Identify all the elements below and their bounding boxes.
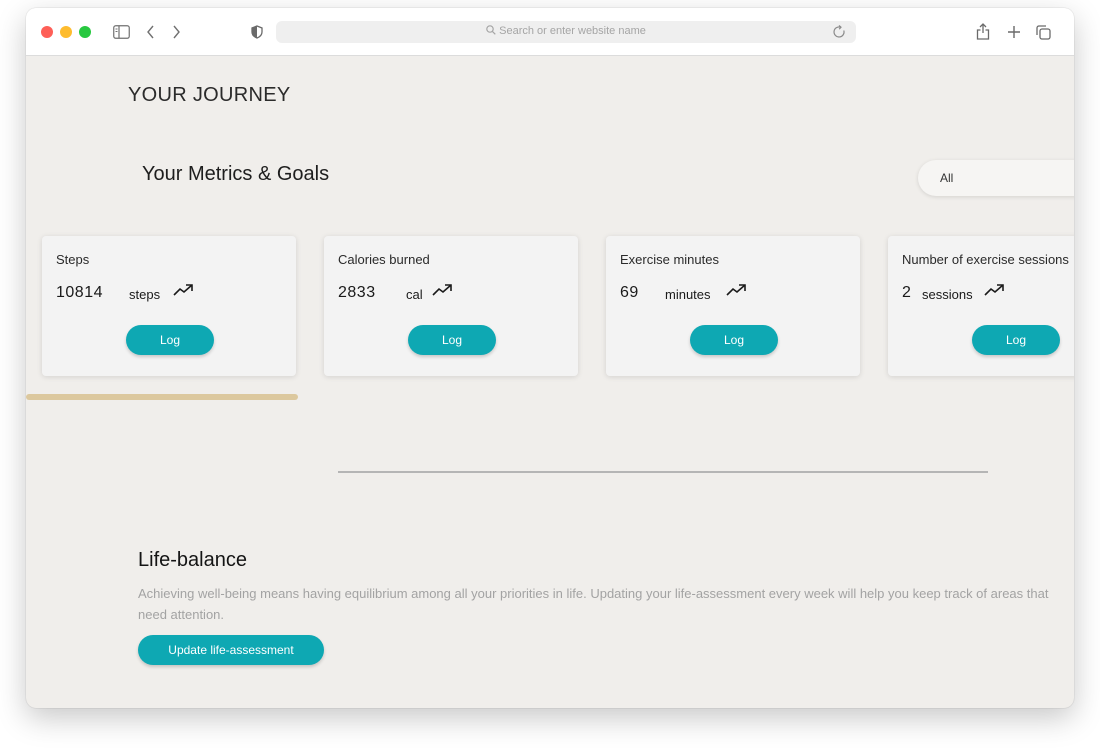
close-window-button[interactable]: [41, 26, 53, 38]
minimize-window-button[interactable]: [60, 26, 72, 38]
metric-card-calories: Calories burned 2833 cal Log: [324, 236, 578, 376]
back-icon[interactable]: [146, 25, 155, 39]
zoom-window-button[interactable]: [79, 26, 91, 38]
metric-title: Steps: [56, 252, 90, 267]
reload-icon[interactable]: [833, 25, 846, 39]
metric-card-exercise-sessions: Number of exercise sessions 2 sessions L…: [888, 236, 1074, 376]
page-title: YOUR JOURNEY: [128, 84, 291, 106]
metric-unit: minutes: [665, 287, 711, 302]
life-balance-title: Life-balance: [138, 549, 247, 571]
metric-card-exercise-minutes: Exercise minutes 69 minutes Log: [606, 236, 860, 376]
page-content: YOUR JOURNEY Your Metrics & Goals All St…: [26, 56, 1074, 708]
metric-unit: sessions: [922, 287, 973, 302]
new-tab-icon[interactable]: [1007, 25, 1021, 39]
shield-icon[interactable]: [251, 25, 263, 39]
browser-window: Search or enter website name YOUR JOURNE…: [26, 8, 1074, 708]
metric-value: 10814: [56, 284, 103, 301]
log-exercise-minutes-button[interactable]: Log: [690, 325, 778, 355]
trend-up-icon: [432, 284, 452, 296]
forward-icon[interactable]: [172, 25, 181, 39]
metrics-filter-select[interactable]: All: [918, 160, 1074, 196]
filter-selected-value: All: [940, 171, 954, 185]
metric-unit: steps: [129, 287, 161, 302]
metric-value: 2833: [338, 284, 376, 301]
metric-title: Number of exercise sessions: [902, 252, 1069, 267]
life-balance-description: Achieving well-being means having equili…: [138, 586, 1049, 622]
log-steps-button[interactable]: Log: [126, 325, 214, 355]
update-life-assessment-button[interactable]: Update life-assessment: [138, 635, 324, 665]
log-exercise-sessions-button[interactable]: Log: [972, 325, 1060, 355]
trend-up-icon: [984, 284, 1004, 296]
tab-overview-icon[interactable]: [1036, 25, 1051, 40]
sidebar-toggle-icon[interactable]: [113, 25, 130, 39]
metrics-section-title: Your Metrics & Goals: [142, 163, 330, 185]
metric-unit: cal: [406, 287, 423, 302]
address-bar-placeholder: Search or enter website name: [276, 25, 856, 37]
search-placeholder-text: Search or enter website name: [499, 25, 646, 37]
address-bar[interactable]: Search or enter website name: [276, 21, 856, 43]
metric-title: Calories burned: [338, 252, 430, 267]
metric-title: Exercise minutes: [620, 252, 719, 267]
log-calories-button[interactable]: Log: [408, 325, 496, 355]
trend-up-icon: [726, 284, 746, 296]
metric-value: 69: [620, 284, 639, 301]
carousel-progress-bar: [26, 394, 298, 400]
browser-toolbar: Search or enter website name: [26, 8, 1074, 56]
trend-up-icon: [173, 284, 193, 296]
search-icon: [486, 25, 496, 35]
metric-value: 2: [902, 284, 912, 301]
section-divider: [338, 471, 988, 473]
share-icon[interactable]: [976, 23, 990, 40]
metric-card-steps: Steps 10814 steps Log: [42, 236, 296, 376]
